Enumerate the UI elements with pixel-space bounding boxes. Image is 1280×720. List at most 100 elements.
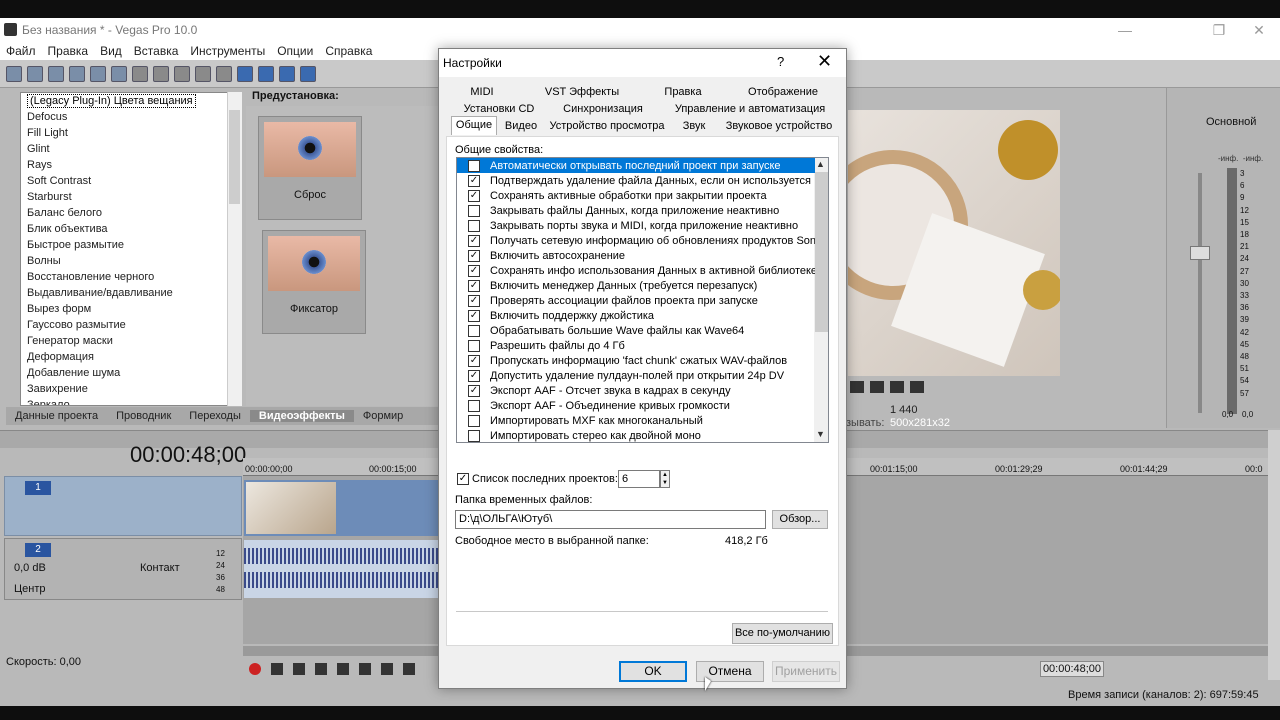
option-checkbox[interactable]: ✓ <box>468 264 480 277</box>
menu-item[interactable]: Вставка <box>128 44 185 58</box>
auto-ripple-icon[interactable] <box>300 65 316 82</box>
play-from-start-icon[interactable] <box>293 663 305 675</box>
option-row[interactable]: Экспорт AAF - Объединение кривых громкос… <box>457 398 815 413</box>
temp-folder-input[interactable]: D:\д\ОЛЬГА\Ютуб\ <box>455 510 766 529</box>
fx-list-item[interactable]: Starburst <box>21 189 241 205</box>
fx-list-item[interactable]: Зеркало <box>21 397 241 405</box>
tab-audio-device[interactable]: Звуковое устройство <box>723 118 835 135</box>
master-fader-handle[interactable] <box>1190 246 1210 260</box>
option-checkbox[interactable] <box>468 204 480 217</box>
option-row[interactable]: ✓ Подтверждать удаление файла Данных, есл… <box>457 173 815 188</box>
option-row[interactable]: ✓ Включить автосохранение <box>457 248 815 263</box>
undo-icon[interactable] <box>195 65 211 82</box>
dock-tab[interactable]: Переходы <box>180 410 250 422</box>
option-checkbox[interactable] <box>468 339 480 352</box>
tab-general[interactable]: Общие <box>451 116 497 135</box>
option-checkbox[interactable]: ✓ <box>468 189 480 202</box>
dock-tab[interactable]: Проводник <box>107 410 180 422</box>
close-icon[interactable]: ✕ <box>1236 18 1280 42</box>
dock-tab[interactable]: Данные проекта <box>6 410 107 422</box>
option-checkbox[interactable]: ✓ <box>468 309 480 322</box>
option-row[interactable]: Обрабатывать большие Wave файлы как Wave… <box>457 323 815 338</box>
fx-list-item[interactable]: Волны <box>21 253 241 269</box>
video-fx-list[interactable]: (Legacy Plug-In) Цвета вещания Defocus Fil… <box>20 92 242 406</box>
fx-list-item[interactable]: Glint <box>21 141 241 157</box>
prev-frame-icon[interactable] <box>850 381 864 393</box>
redo-icon[interactable] <box>216 65 232 82</box>
next-frame-icon[interactable] <box>870 381 884 393</box>
cut-icon[interactable] <box>132 65 148 82</box>
fx-list-item[interactable]: Восстановление черного <box>21 269 241 285</box>
option-row[interactable]: Закрывать порты звука и MIDI, когда прил… <box>457 218 815 233</box>
recent-projects-spinner[interactable]: ▲ ▼ <box>660 470 670 488</box>
fx-list-item[interactable]: Rays <box>21 157 241 173</box>
tab-display[interactable]: Отображение <box>735 84 831 101</box>
option-row[interactable]: ✓ Экспорт AAF - Отсчет звука в кадрах в с… <box>457 383 815 398</box>
option-checkbox[interactable]: ✓ <box>468 384 480 397</box>
scroll-down-icon[interactable]: ▼ <box>816 429 825 439</box>
play-icon[interactable] <box>315 663 327 675</box>
browse-button[interactable]: Обзор... <box>772 510 828 529</box>
record-icon[interactable] <box>249 663 261 675</box>
fx-list-item[interactable]: Добавление шума <box>21 365 241 381</box>
fx-list-item[interactable]: Выдавливание/вдавливание <box>21 285 241 301</box>
copy-icon[interactable] <box>153 65 169 82</box>
option-checkbox[interactable] <box>468 429 480 442</box>
option-row[interactable]: Автоматически открывать последний проект… <box>457 158 815 173</box>
option-row[interactable]: Импортировать MXF как многоканальный <box>457 413 815 428</box>
tab-preview-device[interactable]: Устройство просмотра <box>547 118 667 135</box>
save-as-icon[interactable] <box>69 65 85 82</box>
menu-item[interactable]: Инструменты <box>184 44 271 58</box>
option-checkbox[interactable] <box>468 399 480 412</box>
recent-projects-checkbox[interactable]: ✓ <box>457 473 469 485</box>
menu-item[interactable]: Опции <box>271 44 319 58</box>
apply-button[interactable]: Применить <box>772 661 840 682</box>
audio-fx-label[interactable]: Контакт <box>140 562 180 574</box>
recent-projects-count-input[interactable]: 6 <box>618 470 660 488</box>
preset-reset[interactable]: Сброс <box>258 116 362 220</box>
fx-list-item[interactable]: Вырез форм <box>21 301 241 317</box>
fx-list-item[interactable]: Быстрое размытие <box>21 237 241 253</box>
fx-list-item[interactable]: Блик объектива <box>21 221 241 237</box>
stop-icon[interactable] <box>359 663 371 675</box>
menu-item[interactable]: Справка <box>319 44 378 58</box>
tab-control-automation[interactable]: Управление и автоматизация <box>667 101 833 118</box>
play-icon[interactable] <box>910 381 924 393</box>
option-row[interactable]: ✓ Проверять ассоциации файлов проекта при… <box>457 293 815 308</box>
tab-vst-effects[interactable]: VST Эффекты <box>535 84 629 101</box>
fx-list-item[interactable]: Баланс белого <box>21 205 241 221</box>
option-checkbox[interactable]: ✓ <box>468 174 480 187</box>
dock-tab[interactable]: Видеоэффекты <box>249 410 354 422</box>
paste-icon[interactable] <box>174 65 190 82</box>
option-row[interactable]: ✓ Сохранять инфо использования Данных в а… <box>457 263 815 278</box>
option-checkbox[interactable]: ✓ <box>468 294 480 307</box>
option-checkbox[interactable]: ✓ <box>468 249 480 262</box>
option-row[interactable]: ✓ Сохранять активные обработки при закрыт… <box>457 188 815 203</box>
fx-list-item[interactable]: Завихрение <box>21 381 241 397</box>
tab-sync[interactable]: Синхронизация <box>555 101 651 118</box>
vertical-scrollbar[interactable] <box>1268 430 1280 680</box>
option-checkbox[interactable]: ✓ <box>468 354 480 367</box>
tab-video[interactable]: Видео <box>501 118 541 135</box>
option-row[interactable]: ✓ Включить поддержку джойстика <box>457 308 815 323</box>
option-checkbox[interactable]: ✓ <box>468 234 480 247</box>
save-icon[interactable] <box>48 65 64 82</box>
pause-icon[interactable] <box>337 663 349 675</box>
envelope-tool-icon[interactable] <box>258 65 274 82</box>
open-icon[interactable] <box>27 65 43 82</box>
go-to-start-icon[interactable] <box>381 663 393 675</box>
dock-tab[interactable]: Формир <box>354 410 412 422</box>
option-row[interactable]: Закрывать файлы Данных, когда приложение… <box>457 203 815 218</box>
preset-fixator[interactable]: Фиксатор <box>262 230 366 334</box>
properties-icon[interactable] <box>111 65 127 82</box>
fx-list-item[interactable]: Soft Contrast <box>21 173 241 189</box>
help-icon[interactable]: ? <box>777 54 784 69</box>
option-row[interactable]: ✓ Включить менеджер Данных (требуется пер… <box>457 278 815 293</box>
option-row[interactable]: Разрешить файлы до 4 Гб <box>457 338 815 353</box>
fx-list-item[interactable]: Генератор маски <box>21 333 241 349</box>
ok-button[interactable]: OK <box>619 661 687 682</box>
fx-list-scroll-thumb[interactable] <box>229 110 240 204</box>
fx-list-item[interactable]: Деформация <box>21 349 241 365</box>
menu-item[interactable]: Правка <box>42 44 95 58</box>
video-event[interactable] <box>244 480 438 536</box>
